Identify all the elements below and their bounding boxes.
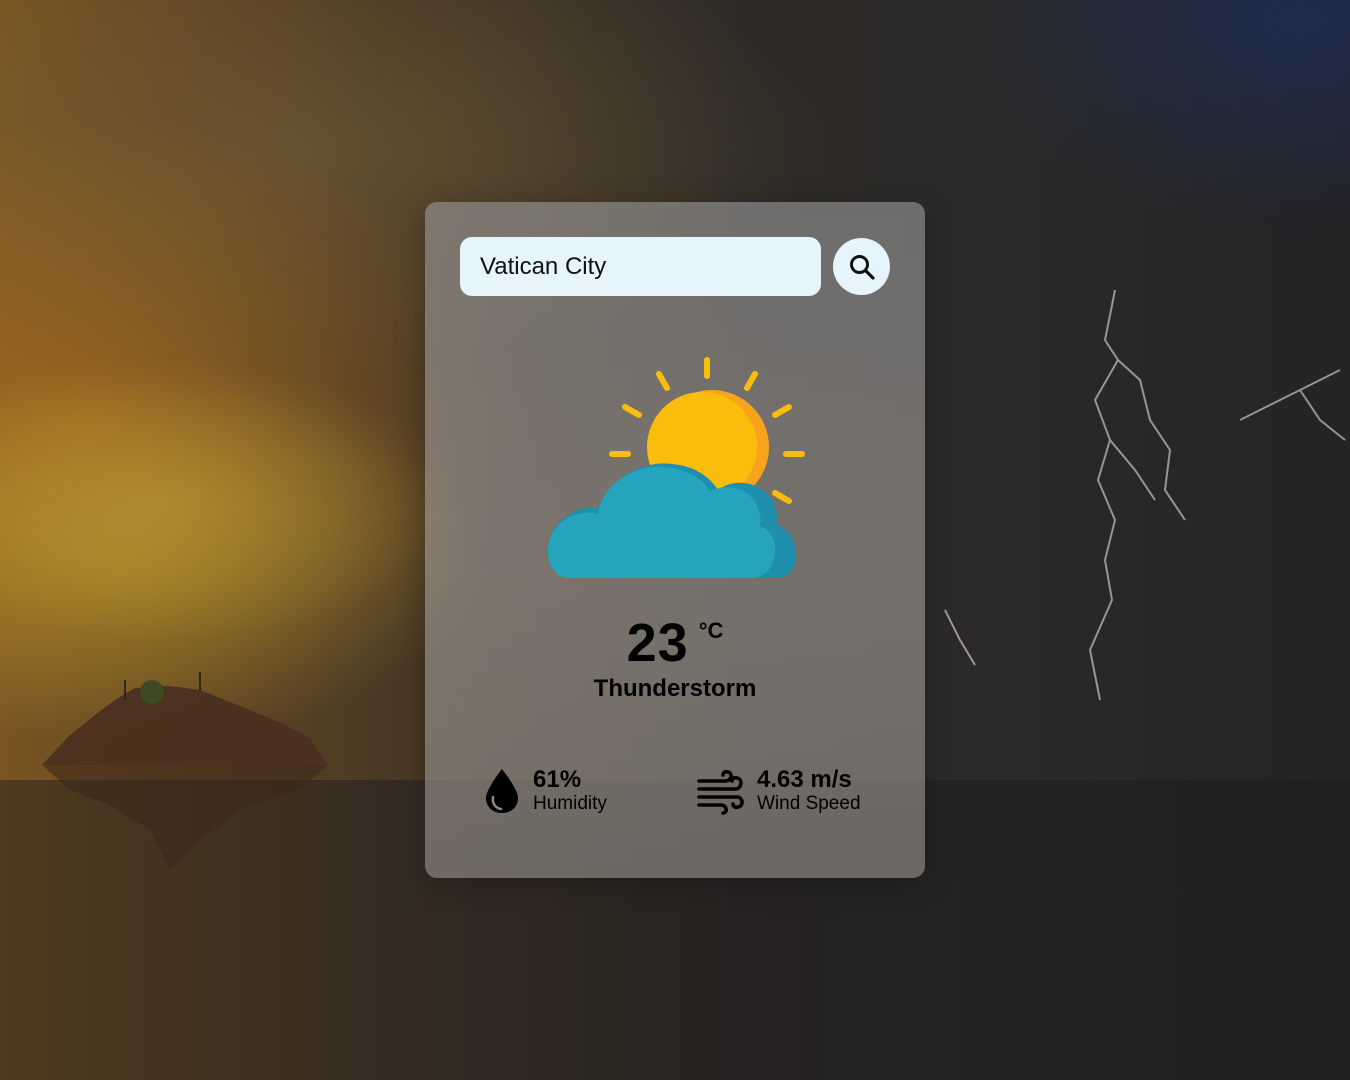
weather-condition: Thunderstorm — [593, 675, 757, 702]
temperature-value: 23 — [626, 613, 689, 673]
city-search-input[interactable] — [460, 237, 821, 296]
wind-value: 4.63 m/s — [757, 766, 852, 793]
island-icon — [42, 672, 328, 870]
wind-label: Wind Speed — [757, 793, 861, 814]
weather-card: 23 °C Thunderstorm 61% Humidity 4.63 m/s … — [425, 202, 925, 878]
water-drop-icon — [486, 769, 518, 813]
humidity-label: Humidity — [533, 793, 607, 814]
humidity-value: 61% — [533, 766, 582, 793]
humidity-detail: 61% Humidity — [483, 767, 607, 815]
partly-cloudy-icon — [547, 357, 805, 578]
wind-detail: 4.63 m/s Wind Speed — [697, 767, 861, 815]
wind-icon — [697, 769, 744, 815]
search-button[interactable] — [833, 238, 890, 295]
search-icon — [849, 254, 875, 280]
lightning-icon — [944, 289, 1346, 701]
temperature-unit: °C — [698, 618, 724, 643]
temperature: 23 °C — [425, 612, 925, 674]
